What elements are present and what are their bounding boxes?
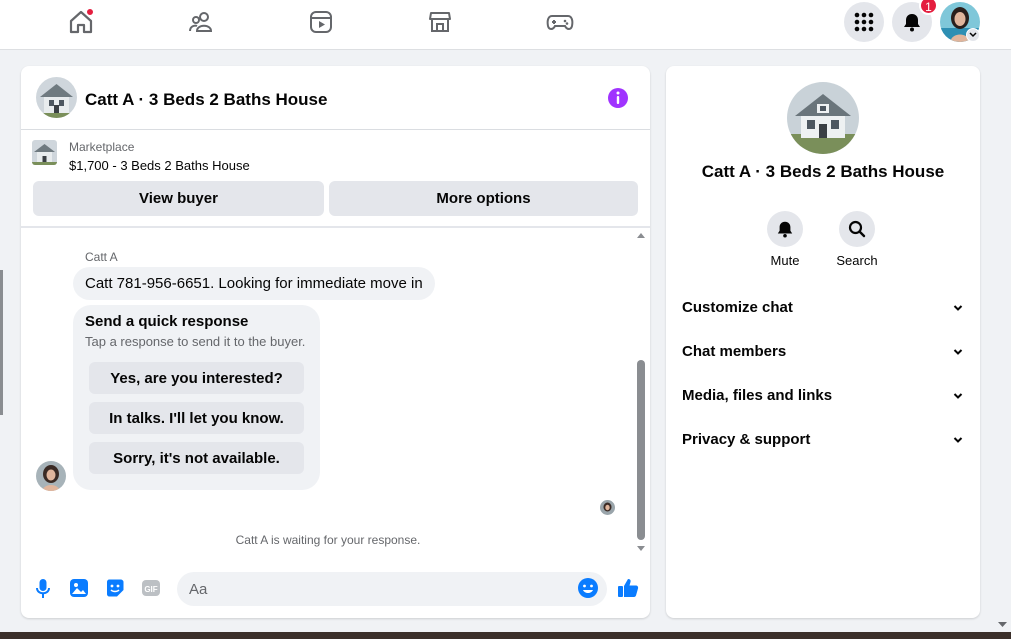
search-label: Search bbox=[836, 253, 878, 268]
account-chevron-icon[interactable] bbox=[966, 28, 980, 42]
section-label: Chat members bbox=[682, 343, 787, 360]
listing-photo[interactable] bbox=[787, 82, 859, 154]
quick-response-subtitle: Tap a response to send it to the buyer. bbox=[85, 334, 306, 349]
side-chat-title: Catt A · 3 Beds 2 Baths House bbox=[701, 162, 945, 181]
message-input[interactable] bbox=[177, 572, 607, 606]
sender-avatar[interactable] bbox=[36, 461, 66, 491]
listing-title[interactable]: $1,700 - 3 Beds 2 Baths House bbox=[69, 158, 250, 173]
gif-icon[interactable]: GIF bbox=[140, 577, 162, 599]
waiting-status: Catt A is waiting for your response. bbox=[235, 533, 421, 547]
marketplace-label: Marketplace bbox=[69, 140, 135, 154]
scroll-down-icon[interactable] bbox=[998, 622, 1007, 628]
mute-action[interactable]: Mute bbox=[755, 211, 815, 268]
notifications-button[interactable]: 1 bbox=[892, 0, 938, 42]
gaming-icon[interactable] bbox=[543, 8, 577, 36]
left-edge-scroll-indicator bbox=[0, 270, 3, 415]
chat-info-panel: Catt A · 3 Beds 2 Baths House Mute Searc… bbox=[666, 66, 980, 618]
svg-text:GIF: GIF bbox=[144, 585, 157, 594]
section-label: Customize chat bbox=[682, 299, 793, 316]
scroll-up-icon[interactable] bbox=[637, 232, 645, 238]
section-media-files-links[interactable]: Media, files and links bbox=[672, 376, 974, 416]
message-composer: GIF bbox=[21, 564, 650, 616]
home-notification-dot bbox=[86, 8, 94, 16]
quick-reply-interested[interactable]: Yes, are you interested? bbox=[89, 362, 304, 394]
microphone-icon[interactable] bbox=[32, 577, 54, 599]
section-privacy-support[interactable]: Privacy & support bbox=[672, 420, 974, 460]
scroll-down-icon[interactable] bbox=[637, 546, 645, 552]
menu-grid-button[interactable] bbox=[844, 2, 884, 42]
photo-icon[interactable] bbox=[68, 577, 90, 599]
top-nav: 1 bbox=[0, 0, 1011, 50]
more-options-button[interactable]: More options bbox=[329, 181, 638, 216]
section-label: Privacy & support bbox=[682, 431, 811, 448]
seen-avatar bbox=[600, 500, 615, 515]
thumbs-up-icon[interactable] bbox=[617, 577, 639, 599]
mute-label: Mute bbox=[770, 253, 800, 268]
taskbar-edge bbox=[0, 632, 1011, 639]
chat-panel: Catt A · 3 Beds 2 Baths House Marketplac… bbox=[21, 66, 650, 618]
watch-icon[interactable] bbox=[304, 8, 338, 36]
chat-header: Catt A · 3 Beds 2 Baths House bbox=[21, 66, 650, 130]
listing-thumbnail[interactable] bbox=[32, 140, 57, 165]
bell-icon bbox=[904, 14, 920, 32]
sender-name: Catt A bbox=[85, 250, 118, 264]
sticker-icon[interactable] bbox=[104, 577, 126, 599]
marketplace-listing-bar: Marketplace $1,700 - 3 Beds 2 Baths Hous… bbox=[21, 130, 650, 228]
home-icon[interactable] bbox=[64, 8, 98, 36]
chevron-down-icon bbox=[953, 437, 963, 443]
search-icon bbox=[848, 220, 866, 238]
emoji-icon[interactable] bbox=[577, 577, 599, 599]
notification-badge: 1 bbox=[919, 0, 938, 15]
quick-reply-not-available[interactable]: Sorry, it's not available. bbox=[89, 442, 304, 474]
quick-response-card: Send a quick response Tap a response to … bbox=[73, 305, 320, 490]
mute-button[interactable] bbox=[767, 211, 803, 247]
bell-icon bbox=[777, 221, 793, 238]
section-label: Media, files and links bbox=[682, 387, 833, 404]
view-buyer-button[interactable]: View buyer bbox=[33, 181, 324, 216]
section-customize-chat[interactable]: Customize chat bbox=[672, 288, 974, 328]
chat-scroll-thumb[interactable] bbox=[637, 360, 645, 540]
chevron-down-icon bbox=[953, 305, 963, 311]
search-action[interactable]: Search bbox=[827, 211, 887, 268]
house-thumbnail[interactable] bbox=[36, 77, 77, 118]
message-list: Catt A Catt 781-956-6651. Looking for im… bbox=[21, 228, 650, 558]
chevron-down-icon bbox=[953, 393, 963, 399]
message-bubble[interactable]: Catt 781-956-6651. Looking for immediate… bbox=[73, 267, 435, 300]
grid-icon bbox=[854, 12, 874, 32]
page-scrollbar[interactable] bbox=[995, 50, 1011, 639]
quick-response-title: Send a quick response bbox=[85, 313, 249, 330]
chat-scrollbar[interactable] bbox=[635, 228, 647, 558]
friends-icon[interactable] bbox=[184, 8, 218, 36]
search-button[interactable] bbox=[839, 211, 875, 247]
quick-reply-in-talks[interactable]: In talks. I'll let you know. bbox=[89, 402, 304, 434]
marketplace-icon[interactable] bbox=[423, 8, 457, 36]
chat-title: Catt A · 3 Beds 2 Baths House bbox=[85, 90, 328, 109]
info-icon[interactable] bbox=[607, 87, 629, 109]
section-chat-members[interactable]: Chat members bbox=[672, 332, 974, 372]
chevron-down-icon bbox=[953, 349, 963, 355]
